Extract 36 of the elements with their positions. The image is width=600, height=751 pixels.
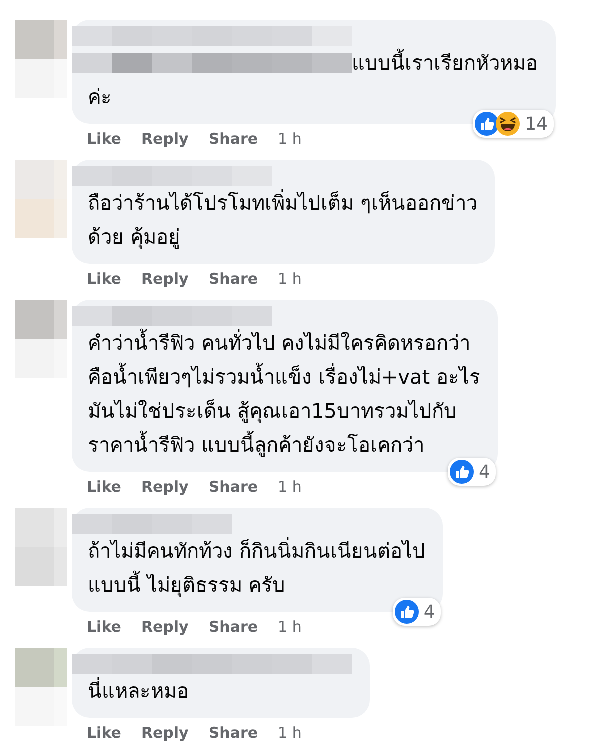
comment-text: ถือว่าร้านได้โปรโมทเพิ่มไปเต็ม ๆเห็นออกข่าว ด้วย คุ้มอยู่	[88, 191, 478, 249]
comment-action-link[interactable]: Share	[208, 618, 258, 636]
comment-time[interactable]: 1 h	[278, 724, 302, 742]
comment-action-link[interactable]: Share	[208, 478, 258, 496]
comment-text: แบบนี้เราเรียกหัวหมอ	[352, 46, 538, 80]
comment-time[interactable]: 1 h	[278, 270, 302, 288]
thumbs-up-icon	[394, 600, 419, 624]
comment-time[interactable]: 1 h	[278, 618, 302, 636]
comment-text: ค่ะ	[88, 85, 112, 109]
comment-time[interactable]: 1 h	[278, 130, 302, 148]
reaction-badge[interactable]: 4	[448, 458, 496, 486]
comment-action-link[interactable]: Like	[87, 478, 122, 496]
laughing-face-icon	[496, 112, 520, 136]
reaction-count: 14	[525, 114, 548, 134]
thumbs-up-icon	[450, 460, 474, 484]
comment-action-link[interactable]: Reply	[141, 618, 189, 636]
comment-text: คำว่าน้ำรีฟิว คนทั่วไป คงไม่มีใครคิดหรอกว่า คือน้ำเพียวๆไม่รวมน้ำแข็ง เรื่องไม่+vat อะไร มันไม่ใช่ประเด็น สู้คุณเอา15บาทรวมไปกับ ราคาน้ำรีฟิว แบบนี้ลูกค้ายังจะโอเคกว่า	[88, 331, 480, 457]
comment-action-link[interactable]: Reply	[141, 478, 189, 496]
comment-action-link[interactable]: Share	[208, 130, 258, 148]
comment-text: นี่แหละหมอ	[88, 679, 189, 703]
comment-action-link[interactable]: Reply	[141, 130, 189, 148]
reaction-count: 4	[478, 462, 490, 482]
comment-action-link[interactable]: Like	[87, 724, 122, 742]
thumbs-up-icon	[475, 112, 500, 136]
comment-action-link[interactable]: Like	[87, 618, 122, 636]
comment-time[interactable]: 1 h	[278, 478, 302, 496]
comment-text: ถ้าไม่มีคนทักท้วง ก็กินนิ่มกินเนียนต่อไป แบบนี้ ไม่ยุติธรรม ครับ	[88, 539, 426, 597]
comment-action-link[interactable]: Reply	[141, 724, 189, 742]
comment-action-link[interactable]: Like	[87, 270, 122, 288]
comment-action-link[interactable]: Share	[208, 270, 258, 288]
comment-action-link[interactable]: Share	[208, 724, 258, 742]
reaction-badge[interactable]: 14	[473, 110, 554, 138]
reaction-badge[interactable]: 4	[392, 598, 442, 626]
comment-action-link[interactable]: Reply	[141, 270, 189, 288]
reaction-count: 4	[424, 602, 436, 622]
comment-action-link[interactable]: Like	[87, 130, 122, 148]
